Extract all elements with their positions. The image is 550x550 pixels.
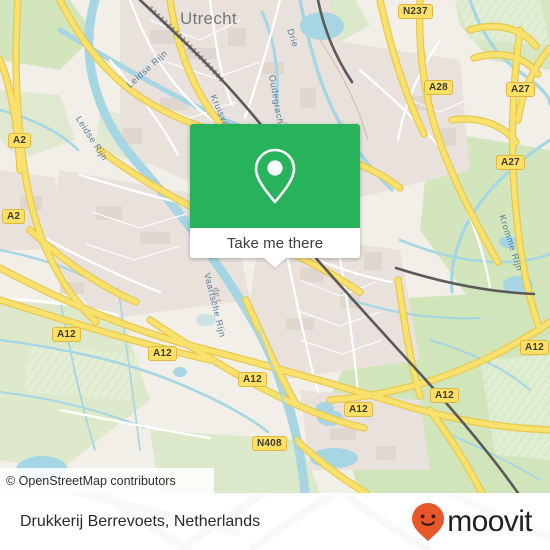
highway-shield: N408 [252,436,287,451]
map-city-label: Utrecht [180,9,237,28]
openstreetmap-attribution-text[interactable]: © OpenStreetMap contributors [0,474,176,488]
footer-bar: Drukkerij Berrevoets, Netherlands moovit [0,493,550,550]
highway-shield: A12 [52,327,81,342]
highway-shield: A12 [238,372,267,387]
highway-shield: A28 [424,80,453,95]
card-icon-area [190,124,360,228]
highway-shield: A12 [344,402,373,417]
moovit-pin-logo-icon [412,502,445,541]
moovit-wordmark: moovit [447,504,532,538]
highway-shield: A27 [506,82,535,97]
highway-shield: A27 [496,155,525,170]
screenshot-root: Utrecht Leidse Rijn Leidse Rijn Kruisvaart… [0,0,550,550]
location-callout-card[interactable]: Take me there [190,124,360,268]
highway-shield: N237 [398,4,433,19]
highway-shield: A2 [8,133,32,148]
highway-shield: A12 [520,340,549,355]
take-me-there-label: Take me there [226,234,324,252]
highway-shield: A12 [430,388,459,403]
map-pin-icon [254,148,296,204]
take-me-there-button[interactable]: Take me there [190,228,360,268]
map-canvas[interactable]: Utrecht Leidse Rijn Leidse Rijn Kruisvaart… [0,0,550,493]
highway-shield: A12 [148,346,177,361]
moovit-brand[interactable]: moovit [411,502,533,542]
map-attribution-bar: © OpenStreetMap contributors [0,468,214,493]
highway-shield: A2 [2,209,26,224]
callout-pointer-tail [264,258,286,268]
place-title: Drukkerij Berrevoets, Netherlands [20,512,261,530]
